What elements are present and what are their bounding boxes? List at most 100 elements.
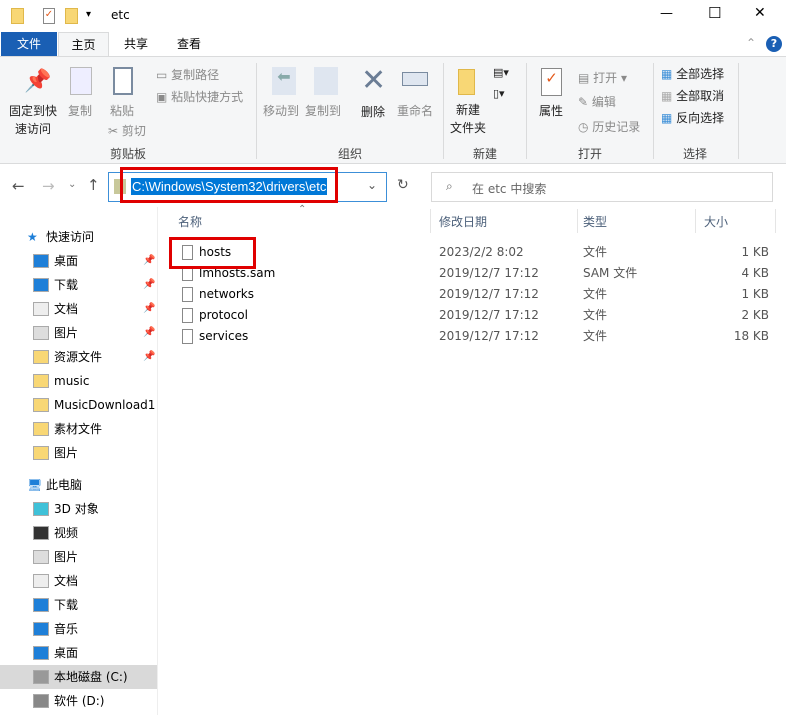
maximize-button[interactable]: ☐ (708, 4, 721, 22)
clipboard-icon (113, 67, 133, 95)
sidebar-item[interactable]: 文档 (0, 569, 157, 593)
column-date[interactable]: 修改日期 (439, 213, 487, 230)
address-dropdown-icon[interactable]: ⌄ (367, 178, 377, 192)
sidebar-item[interactable]: 下载 📌 (0, 273, 157, 297)
back-button[interactable]: ← (12, 177, 25, 195)
rename-button[interactable]: 重命名 (397, 102, 433, 119)
column-divider (430, 209, 431, 233)
sidebar-item[interactable]: 本地磁盘 (C:) (0, 665, 157, 689)
sidebar-item[interactable]: 视频 (0, 521, 157, 545)
history-button[interactable]: ◷ 历史记录 (578, 118, 640, 135)
up-button[interactable]: ↑ (87, 176, 100, 194)
pin-label-2: 速访问 (14, 122, 51, 136)
sidebar-item-label: 图片 (54, 550, 79, 564)
folder-icon (11, 8, 24, 24)
file-size: 2 KB (741, 308, 769, 322)
copy-button[interactable]: 复制 (68, 102, 92, 119)
sidebar-item[interactable]: 桌面 (0, 641, 157, 665)
copy-path-button[interactable]: ▭ 复制路径 (156, 66, 219, 83)
minimize-button[interactable]: — (660, 6, 673, 21)
copy-to-button[interactable]: 复制到 (305, 102, 341, 119)
tab-share[interactable]: 共享 (112, 32, 160, 56)
sidebar-item[interactable]: 桌面 📌 (0, 249, 157, 273)
rename-icon (402, 72, 428, 86)
open-button[interactable]: ▤ 打开 ▾ (578, 69, 627, 86)
pin-icon[interactable]: 📌 (143, 297, 155, 321)
sidebar-item[interactable]: 素材文件 (0, 417, 157, 441)
item-icon (33, 422, 49, 436)
quick-access[interactable]: ★ 快速访问 (0, 225, 157, 249)
pin-quick-access-button[interactable]: 固定到快 速访问 (8, 102, 58, 138)
sidebar-item[interactable]: 软件 (D:) (0, 689, 157, 713)
tab-home[interactable]: 主页 (58, 32, 109, 57)
new-item-button[interactable]: ▤▾ (493, 66, 509, 79)
file-row[interactable]: lmhosts.sam 2019/12/7 17:12 SAM 文件 4 KB (170, 263, 776, 284)
item-icon (33, 574, 49, 588)
sidebar-heading-label: 此电脑 (46, 478, 83, 492)
close-button[interactable]: ✕ (754, 5, 766, 21)
move-to-button[interactable]: 移动到 (263, 102, 299, 119)
properties-button[interactable]: 属性 (539, 102, 563, 119)
column-name[interactable]: 名称 (178, 213, 202, 230)
file-row[interactable]: networks 2019/12/7 17:12 文件 1 KB (170, 284, 776, 305)
pin-icon[interactable]: 📌 (143, 321, 155, 345)
sidebar-item-label: 软件 (D:) (54, 694, 105, 708)
open-group-label: 打开 (577, 147, 602, 161)
forward-button[interactable]: → (42, 177, 55, 195)
file-row[interactable]: hosts 2023/2/2 8:02 文件 1 KB (170, 242, 776, 263)
pin-icon[interactable]: 📌 (143, 345, 155, 369)
cut-button[interactable]: ✂ 剪切 (108, 122, 146, 139)
sidebar-item-label: 音乐 (54, 622, 79, 636)
properties-quick-icon[interactable]: ✓ (43, 8, 55, 24)
select-all-button[interactable]: ▦ 全部选择 (661, 65, 724, 82)
refresh-button[interactable]: ↻ (397, 177, 409, 193)
sidebar-item[interactable]: MusicDownload1 (0, 393, 157, 417)
sidebar-item[interactable]: 3D 对象 (0, 497, 157, 521)
sidebar-item[interactable]: 资源文件 📌 (0, 345, 157, 369)
sidebar-item[interactable]: 下载 (0, 593, 157, 617)
select-none-label: 全部取消 (676, 89, 725, 103)
sidebar-item[interactable]: 文档 📌 (0, 297, 157, 321)
easy-access-button[interactable]: ▯▾ (493, 87, 505, 100)
select-group-label: 选择 (682, 147, 707, 161)
paste-button[interactable]: 粘贴 (110, 102, 134, 119)
new-folder-button[interactable]: 新建 文件夹 (450, 101, 486, 137)
new-folder-icon (458, 69, 475, 95)
sidebar-item[interactable]: 图片 (0, 545, 157, 569)
pin-icon[interactable]: 📌 (143, 273, 155, 297)
file-name: networks (199, 287, 254, 301)
delete-button[interactable]: 删除 (361, 103, 385, 120)
select-none-button[interactable]: ▦ 全部取消 (661, 87, 724, 104)
new-folder-quick-icon[interactable] (65, 8, 78, 24)
search-input[interactable]: 在 etc 中搜索 (472, 180, 546, 197)
help-icon[interactable]: ? (766, 36, 782, 52)
tab-view[interactable]: 查看 (165, 32, 213, 56)
customize-quick-access-icon[interactable]: ▾ (86, 9, 91, 20)
edit-button[interactable]: ✎ 编辑 (578, 93, 616, 110)
search-box[interactable]: ⌕ 在 etc 中搜索 (431, 172, 773, 202)
paste-shortcut-button[interactable]: ▣ 粘贴快捷方式 (156, 88, 243, 105)
invert-selection-button[interactable]: ▦ 反向选择 (661, 109, 724, 126)
recent-locations-button[interactable]: ⌄ (68, 179, 76, 190)
sidebar-item-label: 图片 (54, 446, 79, 460)
properties-icon: ✓ (541, 68, 562, 96)
item-icon (33, 326, 49, 340)
sidebar-item[interactable]: music (0, 369, 157, 393)
item-icon (33, 446, 49, 460)
collapse-ribbon-icon[interactable]: ⌃ (746, 36, 756, 50)
file-row[interactable]: protocol 2019/12/7 17:12 文件 2 KB (170, 305, 776, 326)
divider (526, 63, 527, 159)
column-size[interactable]: 大小 (704, 213, 728, 230)
sidebar-item[interactable]: 图片 📌 (0, 321, 157, 345)
this-pc-icon: 🖥 (27, 478, 43, 492)
pin-icon[interactable]: 📌 (143, 249, 155, 273)
sidebar-item-label: 视频 (54, 526, 79, 540)
file-row[interactable]: services 2019/12/7 17:12 文件 18 KB (170, 326, 776, 347)
tab-file[interactable]: 文件 (1, 32, 57, 56)
this-pc[interactable]: 🖥 此电脑 (0, 473, 157, 497)
column-type[interactable]: 类型 (583, 213, 607, 230)
item-icon (33, 526, 49, 540)
file-date: 2019/12/7 17:12 (439, 266, 539, 280)
sidebar-item[interactable]: 图片 (0, 441, 157, 465)
sidebar-item[interactable]: 音乐 (0, 617, 157, 641)
